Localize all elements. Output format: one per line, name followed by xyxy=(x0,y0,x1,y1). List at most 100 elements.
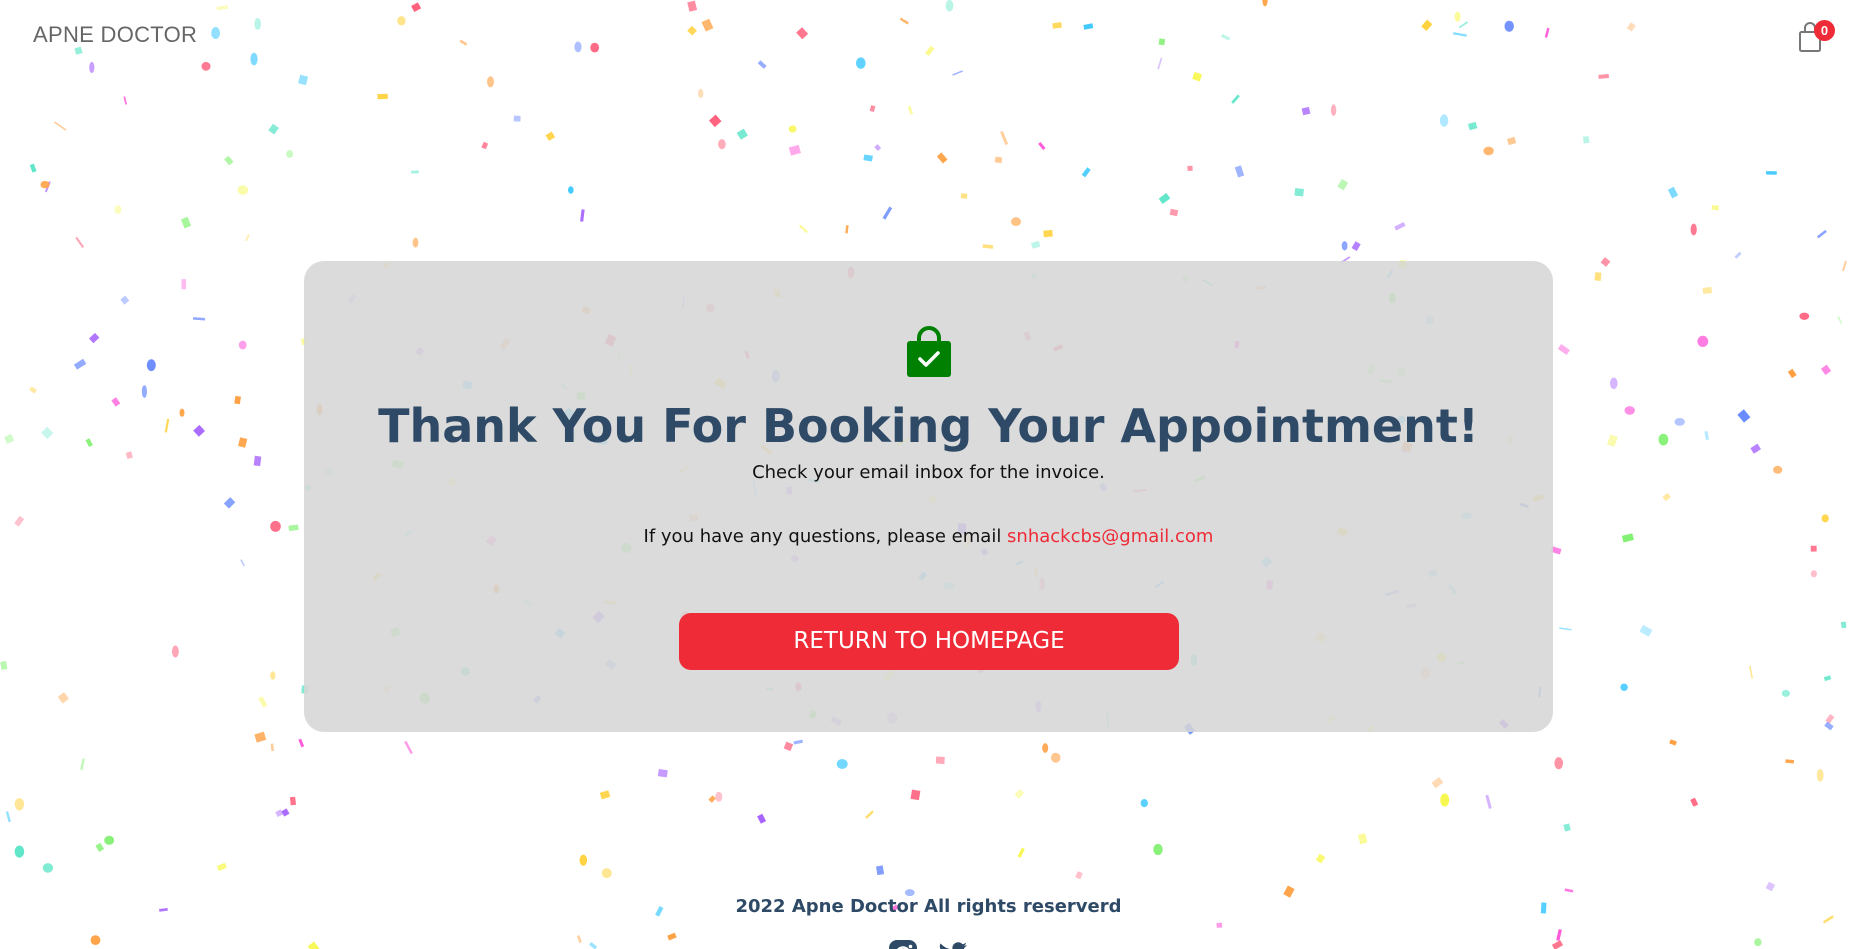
confetti-piece xyxy=(481,141,489,150)
confetti-piece xyxy=(40,180,50,189)
confetti-piece xyxy=(111,397,121,407)
confetti-piece xyxy=(1011,217,1021,227)
confetti-piece xyxy=(1697,335,1709,347)
twitter-icon[interactable] xyxy=(937,938,969,949)
confetti-piece xyxy=(935,756,945,764)
confetti-piece xyxy=(1607,434,1618,447)
support-email-link[interactable]: snhackcbs@gmail.com xyxy=(1007,526,1213,547)
success-page: APNE DOCTOR 0 Thank You For Booking Your… xyxy=(0,0,1857,949)
confetti-piece xyxy=(1169,208,1179,217)
confetti-piece xyxy=(181,279,187,290)
confetti-piece xyxy=(1674,418,1685,426)
confetti-piece xyxy=(245,234,250,242)
confetti-piece xyxy=(73,358,87,370)
confetti-piece xyxy=(1467,121,1478,131)
confetti-piece xyxy=(836,759,848,769)
confetti-piece xyxy=(487,76,494,88)
confetti-piece xyxy=(1192,71,1203,82)
confetti-piece xyxy=(14,798,25,811)
confetti-piece xyxy=(289,796,296,806)
confetti-piece xyxy=(1153,843,1163,856)
confetti-piece xyxy=(29,386,37,394)
confetti-piece xyxy=(223,497,236,509)
confetti-piece xyxy=(42,863,54,873)
confetti-piece xyxy=(1781,689,1790,697)
confetti-piece xyxy=(1394,221,1406,231)
confetti-piece xyxy=(1600,257,1611,267)
confetti-piece xyxy=(1140,799,1149,808)
confetti-piece xyxy=(698,88,704,98)
confetti-piece xyxy=(1341,241,1348,251)
confetti-piece xyxy=(307,941,321,949)
confetti-piece xyxy=(1610,377,1618,390)
confetti-piece xyxy=(14,845,25,858)
confetti-piece xyxy=(1485,794,1492,809)
confetti-piece xyxy=(994,156,1003,164)
confetti-piece xyxy=(982,244,994,249)
confetti-piece xyxy=(910,789,921,801)
confetti-piece xyxy=(907,105,914,115)
confetti-piece xyxy=(757,813,767,824)
booking-confirmation-card: Thank You For Booking Your Appointment! … xyxy=(304,261,1553,732)
confetti-piece xyxy=(545,131,556,141)
confetti-piece xyxy=(1075,871,1083,880)
confetti-piece xyxy=(80,758,85,771)
confetti-piece xyxy=(1816,769,1824,782)
confetti-piece xyxy=(865,810,874,819)
confetti-piece xyxy=(568,186,574,194)
confetti-piece xyxy=(1357,833,1368,845)
confetti-piece xyxy=(1038,141,1046,151)
confetti-piece xyxy=(75,236,85,249)
confetti-piece xyxy=(1582,136,1590,144)
confetti-piece xyxy=(788,144,801,156)
confetti-piece xyxy=(1810,545,1817,552)
confetti-piece xyxy=(1351,241,1361,252)
confetti-piece xyxy=(41,426,54,440)
confetti-piece xyxy=(708,114,722,128)
brand-logo[interactable]: APNE DOCTOR xyxy=(33,22,197,48)
confetti-piece xyxy=(412,237,419,248)
confetti-piece xyxy=(298,74,309,86)
confetti-piece xyxy=(845,225,849,234)
confetti-piece xyxy=(1440,793,1450,807)
confetti-piece xyxy=(1564,888,1574,893)
confetti-piece xyxy=(1620,683,1628,691)
confetti-piece xyxy=(1594,272,1602,282)
confetti-piece xyxy=(172,645,179,658)
confetti-piece xyxy=(224,155,234,166)
confetti-piece xyxy=(180,216,192,229)
confetti-piece xyxy=(1563,823,1571,832)
confetti-piece xyxy=(718,139,726,150)
confetti-piece xyxy=(1081,167,1091,178)
confetti-piece xyxy=(125,451,133,459)
confetti-piece xyxy=(708,795,716,803)
confetti-piece xyxy=(193,424,205,437)
confetti-piece xyxy=(793,739,804,745)
confetti-piece xyxy=(1823,675,1832,682)
confetti-piece xyxy=(268,123,279,135)
confetti-piece xyxy=(0,660,8,670)
return-homepage-button[interactable]: RETURN TO HOMEPAGE xyxy=(679,613,1179,670)
confetti-piece xyxy=(715,791,723,802)
confetti-piece xyxy=(114,205,122,215)
confetti-piece xyxy=(1014,788,1025,799)
confetti-piece xyxy=(270,743,274,752)
confetti-piece xyxy=(238,340,247,350)
confetti-piece xyxy=(1439,114,1449,127)
confetti-piece xyxy=(1598,74,1609,79)
confetti-piece xyxy=(1754,938,1762,947)
footer: 2022 Apne Doctor All rights reserverd xyxy=(0,896,1857,917)
confetti-piece xyxy=(1690,797,1699,807)
confetti-piece xyxy=(1551,940,1564,949)
confetti-piece xyxy=(298,738,305,748)
confetti-piece xyxy=(1816,229,1827,239)
confetti-piece xyxy=(1556,929,1562,941)
cart-button[interactable]: 0 xyxy=(1797,18,1837,58)
confetti-piece xyxy=(85,438,93,448)
confetti-piece xyxy=(788,125,797,133)
confetti-piece xyxy=(1559,627,1572,631)
confetti-piece xyxy=(270,520,281,532)
confetti-piece xyxy=(1840,621,1847,629)
confetti-piece xyxy=(869,105,876,112)
instagram-icon[interactable] xyxy=(887,938,919,949)
